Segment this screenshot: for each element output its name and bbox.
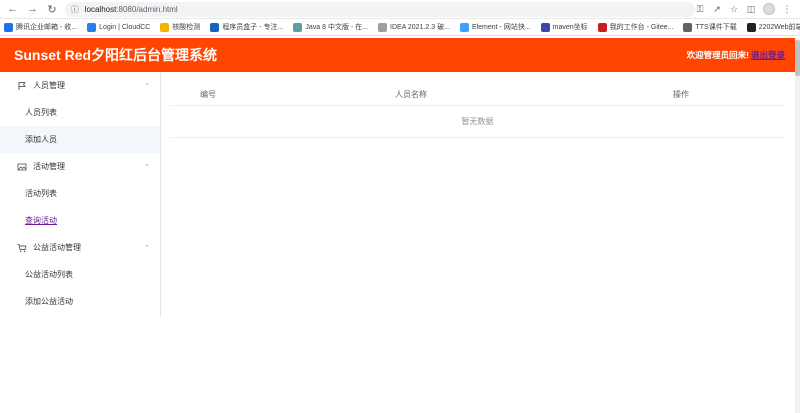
submenu-label: 活动管理: [33, 162, 65, 171]
back-icon[interactable]: ←: [6, 2, 20, 16]
welcome-text: 欢迎管理员回来!: [686, 50, 749, 60]
bookmark-item[interactable]: maven坐标: [540, 22, 588, 32]
bookmark-item[interactable]: 腾讯企业邮箱 - 收...: [4, 22, 77, 32]
bookmark-label: 我的工作台 - Gitee...: [609, 24, 674, 31]
mail-icon: [4, 22, 13, 32]
bookmark-item[interactable]: IDEA 2021.2.3 破...: [378, 22, 450, 32]
bookmark-label: Login | CloudCC: [99, 23, 151, 31]
bookmark-item[interactable]: 核酸检测: [160, 22, 200, 32]
java-icon: [293, 22, 303, 32]
gitee-icon: [597, 22, 607, 32]
app-title: Sunset Red夕阳红后台管理系统: [14, 47, 218, 63]
chevron-up-icon: ⌃: [144, 82, 150, 90]
sidebar-menu: 人员管理 ⌃ 人员列表 添加人员 活动管理 ⌃ 活动列表 查询活动 公益活动管理…: [0, 72, 161, 317]
bookmark-item[interactable]: Element - 网站快...: [459, 22, 531, 32]
menu-item-add-charity[interactable]: 添加公益活动: [0, 288, 160, 315]
maven-icon: [540, 22, 550, 32]
key-icon[interactable]: ⚿: [695, 4, 705, 14]
page-scrollbar[interactable]: [795, 38, 800, 413]
url-rest: :8080/admin.html: [116, 4, 178, 14]
box-icon: [210, 22, 220, 32]
chevron-up-icon: ⌃: [144, 244, 150, 252]
forward-icon[interactable]: →: [26, 2, 40, 16]
profile-avatar[interactable]: [763, 3, 776, 15]
bookmark-label: Java 8 中文版 - 在...: [305, 24, 368, 31]
menu-item-activity-list[interactable]: 活动列表: [0, 180, 160, 207]
submenu-charity[interactable]: 公益活动管理 ⌃: [0, 234, 160, 261]
bookmark-label: Element - 网站快...: [471, 24, 531, 31]
empty-state: 暂无数据: [170, 106, 785, 138]
bookmark-item[interactable]: Login | CloudCC: [87, 22, 151, 32]
idea-icon: [378, 22, 387, 32]
menu-item-personnel-list[interactable]: 人员列表: [0, 99, 160, 126]
reload-icon[interactable]: ↻: [45, 2, 59, 16]
app-header: Sunset Red夕阳红后台管理系统 欢迎管理员回来! 退出登录: [0, 38, 795, 72]
bookmark-item[interactable]: TTS课件下载: [683, 22, 737, 32]
bookmark-label: 核酸检测: [172, 24, 201, 31]
bookmark-label: 腾讯企业邮箱 - 收...: [16, 24, 78, 31]
bookmark-label: maven坐标: [552, 24, 588, 31]
sidepanel-icon[interactable]: ◫: [746, 4, 756, 14]
star-icon[interactable]: ☆: [729, 4, 739, 14]
bookmark-label: TTS课件下载: [695, 24, 737, 31]
browser-toolbar: ← → ↻ ⓘ localhost:8080/admin.html ⚿ ↗ ☆ …: [0, 0, 800, 19]
column-header-id: 编号: [200, 90, 216, 99]
chevron-up-icon: ⌃: [144, 163, 150, 171]
menu-icon[interactable]: ⋮: [782, 4, 792, 14]
info-icon[interactable]: ⓘ: [71, 4, 79, 15]
flag-icon: [17, 81, 27, 91]
bookmark-label: IDEA 2021.2.3 破...: [390, 24, 450, 31]
table-header: 编号 人员名称 操作: [170, 84, 785, 106]
column-header-actions: 操作: [673, 90, 689, 99]
folder-icon: [683, 22, 693, 32]
scrollbar-thumb[interactable]: [795, 40, 800, 76]
submenu-personnel[interactable]: 人员管理 ⌃: [0, 72, 160, 99]
folder-icon: [160, 22, 170, 32]
address-bar[interactable]: ⓘ localhost:8080/admin.html: [64, 1, 696, 17]
picture-icon: [17, 162, 27, 172]
welcome-area: 欢迎管理员回来! 退出登录: [687, 49, 785, 61]
bookmark-item[interactable]: 我的工作台 - Gitee...: [597, 22, 674, 32]
url-host: localhost: [84, 4, 117, 14]
bookmarks-bar: 腾讯企业邮箱 - 收... Login | CloudCC 核酸检测 程序员盒子 - …: [0, 19, 800, 36]
bookmark-item[interactable]: Java 8 中文版 - 在...: [293, 22, 368, 32]
cart-icon: [17, 243, 27, 253]
personnel-table: 编号 人员名称 操作 暂无数据: [170, 84, 785, 138]
menu-item-add-personnel[interactable]: 添加人员: [0, 126, 160, 153]
bookmark-item[interactable]: 2202Web前端笔记: [746, 22, 800, 32]
element-icon: [459, 22, 469, 32]
empty-text: 暂无数据: [461, 117, 494, 126]
share-icon[interactable]: ↗: [712, 4, 722, 14]
note-icon: [746, 22, 756, 32]
cloud-icon: [87, 22, 97, 32]
bookmark-label: 2202Web前端笔记: [758, 24, 800, 31]
bookmark-label: 程序员盒子 - 专注...: [222, 24, 284, 31]
logout-link[interactable]: 退出登录: [751, 49, 785, 61]
submenu-activities[interactable]: 活动管理 ⌃: [0, 153, 160, 180]
column-header-name: 人员名称: [395, 90, 427, 99]
bookmark-item[interactable]: 程序员盒子 - 专注...: [210, 22, 283, 32]
menu-item-query-activity[interactable]: 查询活动: [0, 207, 160, 234]
menu-item-charity-list[interactable]: 公益活动列表: [0, 261, 160, 288]
submenu-label: 人员管理: [33, 81, 65, 90]
submenu-label: 公益活动管理: [33, 243, 81, 252]
